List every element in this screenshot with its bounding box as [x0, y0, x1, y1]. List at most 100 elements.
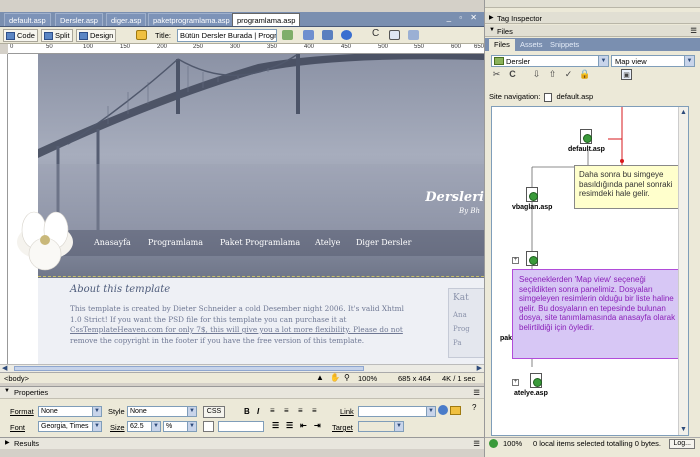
window-size[interactable]: 685 x 464	[398, 374, 431, 383]
hand-tool-icon[interactable]: ✋	[330, 373, 340, 382]
site-map-view[interactable]: default.asp vbaglan.asp + pak + atelye.a…	[491, 106, 689, 436]
canvas-horizontal-scrollbar[interactable]: ◀ ▶	[0, 364, 484, 372]
site-nav-file[interactable]: default.asp	[556, 92, 593, 101]
map-node-p[interactable]	[526, 251, 538, 268]
design-label: Design	[90, 31, 114, 40]
site-folder-icon	[494, 57, 504, 65]
expand-panel-icon[interactable]: ▣	[621, 69, 632, 80]
point-to-file-icon[interactable]	[438, 405, 448, 415]
scroll-up-icon[interactable]: ▲	[680, 109, 687, 116]
files-zoom: 100%	[503, 439, 523, 448]
tab-snippets[interactable]: Snippets	[545, 39, 584, 51]
align-center-icon[interactable]: ≡	[284, 406, 289, 415]
files-header[interactable]: ▼ Files ☰	[485, 25, 700, 37]
align-justify-icon[interactable]: ≡	[312, 406, 317, 415]
file-management-icon[interactable]	[303, 30, 314, 40]
unordered-list-icon[interactable]: ☰	[272, 421, 279, 430]
scroll-right-icon[interactable]: ▶	[477, 364, 482, 372]
panel-menu-icon[interactable]: ☰	[473, 388, 480, 397]
side-card-item: Prog	[453, 325, 470, 333]
format-label: Format	[10, 407, 34, 416]
align-right-icon[interactable]: ≡	[298, 406, 303, 415]
site-select[interactable]: Dersler ▼	[491, 55, 609, 67]
check-out-icon[interactable]: ✓	[563, 69, 574, 80]
nav-atelye[interactable]: Atelye	[315, 238, 340, 247]
view-options-icon[interactable]	[389, 30, 400, 40]
format-select[interactable]: None ▼	[38, 406, 102, 417]
nav-paket-programlama[interactable]: Paket Programlama	[220, 238, 300, 247]
results-header[interactable]: ▶ Results ☰	[0, 437, 484, 449]
style-select[interactable]: None ▼	[127, 406, 197, 417]
nav-programlama[interactable]: Programlama	[148, 238, 203, 247]
tab-dersler[interactable]: Dersler.asp	[55, 13, 103, 26]
nav-anasayfa[interactable]: Anasayfa	[94, 238, 131, 247]
help-icon[interactable]: ?	[472, 403, 476, 412]
ruler-mark: 300	[230, 44, 241, 50]
tab-assets[interactable]: Assets	[515, 39, 548, 51]
panel-menu-icon[interactable]: ☰	[690, 26, 697, 35]
split-view-button[interactable]: Split	[41, 29, 73, 42]
check-in-icon[interactable]: 🔒	[579, 69, 590, 80]
expand-node-icon[interactable]: +	[512, 257, 519, 264]
tab-files[interactable]: Files	[489, 39, 515, 51]
refresh-icon[interactable]: C	[372, 28, 383, 39]
site-map-vertical-scrollbar[interactable]: ▲ ▼	[678, 107, 688, 435]
size-select[interactable]: 62.5 ▼	[127, 421, 161, 432]
chevron-down-icon: ▼	[187, 422, 196, 431]
put-files-icon[interactable]: ⇧	[547, 69, 558, 80]
link-input[interactable]: ▼	[358, 406, 436, 417]
design-view-button[interactable]: Design	[76, 29, 117, 42]
panel-menu-icon[interactable]: ☰	[473, 439, 480, 448]
map-node-atelye[interactable]: atelye.asp	[514, 373, 548, 397]
site-nav-label: Site navigation:	[489, 92, 541, 101]
text-color-input[interactable]	[218, 421, 264, 432]
browse-folder-icon[interactable]	[450, 406, 461, 415]
tab-paketprogramlama[interactable]: paketprogramlama.asp	[148, 13, 235, 26]
design-canvas[interactable]: Dersleri By Bh Anasayfa Programlama Pake…	[8, 54, 484, 364]
scroll-left-icon[interactable]: ◀	[2, 364, 7, 372]
check-browser-icon[interactable]	[282, 30, 293, 40]
view-select[interactable]: Map view ▼	[611, 55, 695, 67]
scroll-thumb[interactable]	[14, 366, 364, 371]
get-files-icon[interactable]: ⇩	[531, 69, 542, 80]
zoom-select[interactable]: 100%	[358, 374, 377, 383]
bold-button[interactable]: B	[244, 407, 250, 416]
live-data-icon[interactable]	[136, 30, 147, 40]
tab-programlama[interactable]: programlama.asp	[232, 13, 301, 26]
tag-selector[interactable]: <body>	[4, 374, 29, 383]
css-button[interactable]: CSS	[203, 406, 225, 418]
window-controls[interactable]: _ ▫ ✕	[447, 13, 480, 22]
tag-inspector-header[interactable]: ▶ Tag Inspector	[485, 12, 700, 24]
expand-arrow-icon: ▶	[5, 440, 10, 446]
italic-button[interactable]: I	[257, 407, 259, 416]
size-unit-select[interactable]: % ▼	[163, 421, 197, 432]
text-color-picker[interactable]	[203, 421, 214, 432]
map-node-vbaglan[interactable]: vbaglan.asp	[512, 187, 552, 211]
ruler-mark: 0	[10, 44, 14, 50]
map-node-default[interactable]: default.asp	[568, 129, 605, 153]
nav-diger-dersler[interactable]: Diger Dersler	[356, 238, 411, 247]
side-card: Kat Ana Prog Pa	[448, 288, 484, 358]
refresh-icon[interactable]: C	[507, 69, 518, 80]
connect-icon[interactable]: ✂	[491, 69, 502, 80]
properties-header[interactable]: ▼ Properties ☰	[0, 386, 484, 399]
target-select[interactable]: ▼	[358, 421, 404, 432]
ordered-list-icon[interactable]: ☰	[286, 421, 293, 430]
visual-aids-icon[interactable]	[408, 30, 419, 40]
scroll-down-icon[interactable]: ▼	[680, 426, 687, 433]
chevron-down-icon: ▼	[92, 407, 101, 416]
align-left-icon[interactable]: ≡	[270, 406, 275, 415]
map-node-pak[interactable]: pak	[500, 335, 512, 342]
code-view-button[interactable]: Code	[3, 29, 38, 42]
zoom-tool-icon[interactable]: ⚲	[344, 373, 350, 382]
select-tool-icon[interactable]: ▲	[316, 373, 324, 382]
globe-icon[interactable]	[341, 30, 352, 40]
tab-diger[interactable]: diger.asp	[106, 13, 147, 26]
font-select[interactable]: Georgia, Times ▼	[38, 421, 102, 432]
page-title-input[interactable]: Bütün Dersler Burada | Progra	[177, 29, 277, 42]
log-button[interactable]: Log...	[669, 439, 695, 449]
indent-icon[interactable]: ⇥	[314, 421, 321, 430]
tab-default[interactable]: default.asp	[4, 13, 51, 26]
outdent-icon[interactable]: ⇤	[300, 421, 307, 430]
preview-icon[interactable]	[322, 30, 333, 40]
